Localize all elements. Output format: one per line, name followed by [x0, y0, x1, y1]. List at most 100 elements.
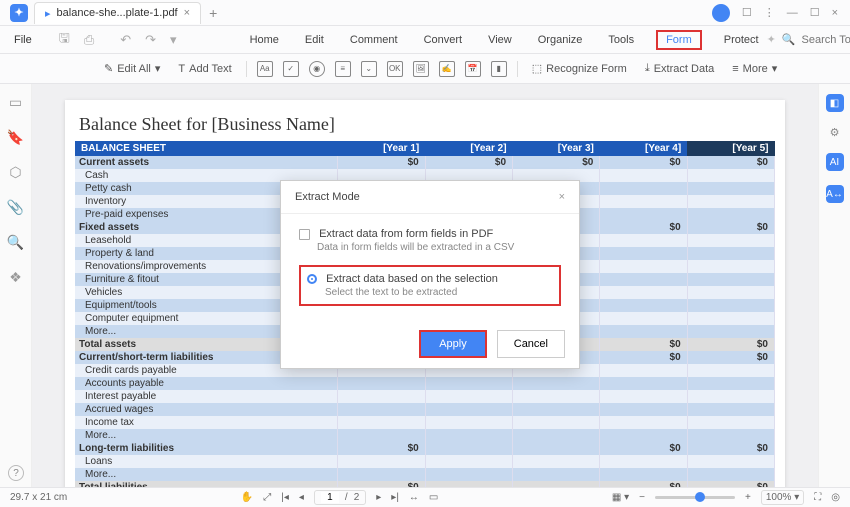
wand-icon[interactable]: ✦	[767, 33, 776, 46]
field-check-icon[interactable]: ✓	[283, 61, 299, 77]
pdf-icon: ▸	[45, 7, 51, 20]
field-list-icon[interactable]: ≡	[335, 61, 351, 77]
add-tab-button[interactable]: +	[209, 5, 217, 21]
hand-tool-icon[interactable]: ✋	[241, 492, 253, 503]
first-page-icon[interactable]: |◂	[281, 492, 289, 503]
total-row: Total liabilities$0$0$0	[75, 481, 775, 487]
last-page-icon[interactable]: ▸|	[391, 492, 399, 503]
layers-icon[interactable]: ❖	[9, 269, 22, 286]
menu-comment[interactable]: Comment	[346, 30, 402, 50]
read-mode-icon[interactable]: ◎	[831, 492, 840, 503]
search-icon: 🔍	[782, 33, 796, 46]
search-input[interactable]	[802, 34, 850, 46]
view-mode-icon[interactable]: ▦ ▾	[612, 492, 629, 503]
menubar: File 🖫 ⎙ ↶ ↷ ▾ Home Edit Comment Convert…	[0, 26, 850, 54]
translate-icon[interactable]: A↔	[826, 185, 844, 203]
option-selection[interactable]: Extract data based on the selection Sele…	[299, 265, 561, 306]
field-barcode-icon[interactable]: ▮	[491, 61, 507, 77]
section-row: Long-term liabilities$0$0$0	[75, 442, 775, 455]
extract-mode-dialog: Extract Mode × Extract data from form fi…	[280, 180, 580, 369]
next-page-icon[interactable]: ▸	[376, 492, 381, 503]
window-icon[interactable]: ☐	[742, 6, 752, 19]
field-button-icon[interactable]: OK	[387, 61, 403, 77]
field-sign-icon[interactable]: ✍	[439, 61, 455, 77]
form-toolbar: ✎ Edit All ▾ T Add Text Aa ✓ ◉ ≡ ⌄ OK 🖼 …	[0, 54, 850, 84]
menu-view[interactable]: View	[484, 30, 516, 50]
fit-width-icon[interactable]: ↔	[409, 492, 419, 503]
field-radio-icon[interactable]: ◉	[309, 61, 325, 77]
search-panel-icon[interactable]: 🔍	[7, 234, 24, 251]
section-row: Current assets$0$0$0$0$0	[75, 156, 775, 169]
save-icon[interactable]: 🖫	[54, 29, 75, 51]
redo-icon[interactable]: ↷	[140, 32, 161, 48]
zoom-slider[interactable]	[655, 496, 735, 499]
fit-page-icon[interactable]: ▭	[429, 492, 438, 503]
close-tab-icon[interactable]: ×	[184, 7, 190, 19]
menu-organize[interactable]: Organize	[534, 30, 587, 50]
ai-icon[interactable]: AI	[826, 153, 844, 171]
menu-convert[interactable]: Convert	[420, 30, 467, 50]
undo-icon[interactable]: ↶	[115, 32, 136, 48]
table-row: Interest payable	[75, 390, 775, 403]
maximize-icon[interactable]: ☐	[810, 6, 820, 19]
search-tools: ✦ 🔍 ☁ ^	[767, 32, 850, 48]
print-icon[interactable]: ⎙	[79, 32, 99, 48]
table-row: More...	[75, 429, 775, 442]
recognize-form-button[interactable]: ⬚ Recognize Form	[528, 62, 631, 75]
minimize-icon[interactable]: —	[787, 7, 798, 19]
edit-all-button[interactable]: ✎ Edit All ▾	[100, 62, 164, 75]
titlebar: ✦ ▸ balance-she...plate-1.pdf × + ☐ ⋮ — …	[0, 0, 850, 26]
zoom-in-icon[interactable]: +	[745, 492, 751, 503]
thumbnails-icon[interactable]: ▭	[9, 94, 22, 111]
page-input[interactable]: /2	[314, 490, 366, 505]
table-row: Accrued wages	[75, 403, 775, 416]
doc-title: Balance Sheet for [Business Name]	[79, 114, 771, 135]
bookmarks-icon[interactable]: 🔖	[7, 129, 24, 146]
radio-checked-icon	[307, 274, 317, 284]
zoom-percent[interactable]: 100% ▾	[761, 490, 804, 505]
prev-page-icon[interactable]: ◂	[299, 492, 304, 503]
fullscreen-icon[interactable]: ⛶	[814, 492, 821, 503]
statusbar: 29.7 x 21 cm ✋ ⤢ |◂ ◂ /2 ▸ ▸| ↔ ▭ ▦ ▾ − …	[0, 487, 850, 507]
right-sidebar: ◧ ⚙ AI A↔	[818, 84, 850, 487]
zoom-out-icon[interactable]: −	[639, 492, 645, 503]
field-image-icon[interactable]: 🖼	[413, 61, 429, 77]
extract-data-button[interactable]: ⤓ Extract Data	[641, 62, 718, 75]
option-form-fields[interactable]: Extract data from form fields in PDF Dat…	[299, 224, 561, 257]
menu-items: Home Edit Comment Convert View Organize …	[246, 30, 763, 50]
apply-button[interactable]: Apply	[419, 330, 487, 358]
table-header-row: BALANCE SHEET [Year 1][Year 2] [Year 3][…	[75, 141, 775, 156]
field-date-icon[interactable]: 📅	[465, 61, 481, 77]
close-window-icon[interactable]: ×	[832, 7, 838, 19]
user-avatar[interactable]	[712, 4, 730, 22]
add-text-button[interactable]: T Add Text	[174, 63, 235, 75]
kebab-icon[interactable]: ⋮	[764, 6, 775, 19]
select-tool-icon[interactable]: ⤢	[263, 492, 271, 503]
settings-icon[interactable]: ⚙	[830, 126, 840, 139]
cancel-button[interactable]: Cancel	[497, 330, 565, 358]
dialog-close-icon[interactable]: ×	[559, 191, 565, 203]
document-tab[interactable]: ▸ balance-she...plate-1.pdf ×	[34, 2, 201, 24]
tab-title: balance-she...plate-1.pdf	[57, 7, 178, 19]
left-sidebar: ▭ 🔖 ⬡ 📎 🔍 ❖	[0, 84, 32, 487]
more-button[interactable]: ≡ More ▾	[728, 62, 781, 75]
field-drop-icon[interactable]: ⌄	[361, 61, 377, 77]
app-logo: ✦	[10, 4, 28, 22]
help-icon[interactable]: ?	[8, 465, 24, 481]
table-row: Accounts payable	[75, 377, 775, 390]
menu-form[interactable]: Form	[656, 30, 702, 50]
dialog-title: Extract Mode	[295, 191, 360, 203]
shield-icon[interactable]: ⬡	[9, 164, 21, 181]
menu-tools[interactable]: Tools	[604, 30, 638, 50]
field-text-icon[interactable]: Aa	[257, 61, 273, 77]
window-controls: ☐ ⋮ — ☐ ×	[712, 4, 846, 22]
menu-protect[interactable]: Protect	[720, 30, 763, 50]
table-row: More...	[75, 468, 775, 481]
dropdown-icon[interactable]: ▾	[165, 32, 182, 48]
attachments-icon[interactable]: 📎	[7, 199, 24, 216]
file-menu[interactable]: File	[8, 34, 38, 46]
table-row: Income tax	[75, 416, 775, 429]
menu-home[interactable]: Home	[246, 30, 283, 50]
menu-edit[interactable]: Edit	[301, 30, 328, 50]
panel-icon-1[interactable]: ◧	[826, 94, 844, 112]
